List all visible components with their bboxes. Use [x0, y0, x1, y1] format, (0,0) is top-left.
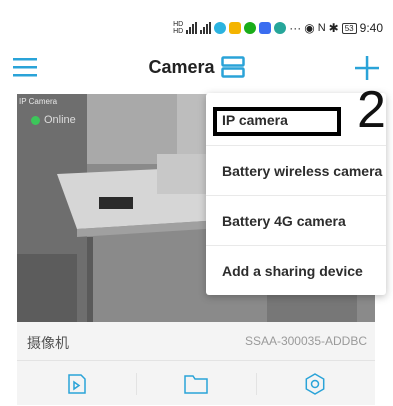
layout-toggle-icon[interactable]	[220, 56, 245, 78]
device-id: SSAA-300035-ADDBC	[244, 334, 367, 348]
card-actions	[17, 360, 375, 406]
app-header: Camera	[0, 42, 393, 94]
chat-icon	[244, 22, 257, 34]
online-status: Online	[31, 114, 76, 126]
app-icon	[214, 22, 227, 34]
online-dot-icon	[31, 115, 40, 125]
page-title: Camera	[148, 56, 215, 77]
add-device-icon[interactable]	[353, 54, 381, 82]
title-wrap[interactable]: Camera	[148, 56, 245, 78]
more-icon: ···	[289, 21, 302, 35]
hd-icon: HD HD	[173, 21, 184, 35]
folder-icon	[184, 374, 208, 394]
nfc-icon: N	[317, 22, 326, 34]
app-icon	[229, 22, 242, 34]
playback-button[interactable]	[17, 361, 136, 406]
signal-icon	[200, 22, 212, 34]
folder-button[interactable]	[136, 361, 255, 406]
signal-icon	[186, 22, 198, 34]
menu-item-add-sharing-device[interactable]: Add a sharing device	[206, 245, 386, 295]
menu-item-battery-wireless-camera[interactable]: Battery wireless camera	[206, 145, 386, 195]
title-container: Camera	[0, 56, 393, 78]
step-number: 2	[357, 81, 386, 139]
status-icons: HD HD ··· ◉ N ✱ 53 9:40	[173, 20, 383, 36]
settings-button[interactable]	[255, 361, 375, 406]
device-info: 摄像机 SSAA-300035-ADDBC	[17, 322, 375, 360]
clock: 9:40	[359, 21, 383, 35]
app-icon	[274, 22, 287, 34]
device-name: 摄像机	[27, 335, 69, 351]
highlight-box	[213, 107, 341, 136]
playback-icon	[67, 373, 86, 394]
menu-item-battery-4g-camera[interactable]: Battery 4G camera	[206, 195, 386, 245]
eye-icon: ◉	[304, 21, 315, 35]
camera-label: IP Camera	[19, 97, 58, 106]
status-label: Online	[44, 114, 76, 126]
bluetooth-icon: ✱	[328, 21, 339, 35]
battery-icon: 53	[341, 22, 357, 34]
app-icon	[259, 22, 272, 34]
settings-icon	[305, 372, 325, 395]
status-bar: HD HD ··· ◉ N ✱ 53 9:40	[0, 0, 393, 40]
